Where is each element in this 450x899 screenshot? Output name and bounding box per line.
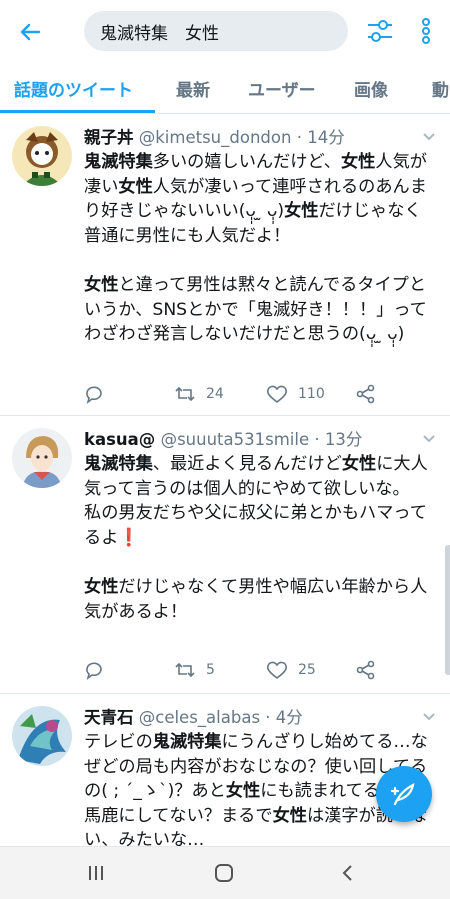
search-tabs: 話題のツイート 最新 ユーザー 画像 動 [0, 62, 450, 114]
tweet[interactable]: kasua@ @suuuta531smile · 13分 鬼滅特集、最近よく見る… [0, 416, 450, 694]
filter-sliders-icon [368, 20, 392, 42]
compose-tweet-button[interactable] [376, 766, 432, 822]
like-button[interactable]: 25 [266, 656, 316, 684]
recent-apps-button[interactable] [78, 859, 114, 887]
share-button[interactable] [356, 656, 376, 684]
tweet-text-segment: テレビの [84, 732, 153, 752]
search-keyword-highlight: 女性 [84, 274, 119, 295]
like-button[interactable]: 110 [266, 380, 325, 408]
tweet-paragraph: 女性だけじゃなくて男性や幅広い年齢から人気があるよ！ [84, 575, 436, 624]
search-keyword-highlight: 女性 [118, 176, 153, 197]
display-name[interactable]: 親子丼 [84, 128, 134, 147]
retweet-count: 5 [206, 662, 215, 678]
like-count: 110 [298, 386, 325, 402]
filter-button[interactable] [364, 15, 396, 47]
tweet-header: kasua@ @suuuta531smile · 13分 [84, 430, 363, 449]
chevron-down-icon[interactable] [422, 710, 436, 724]
search-keyword-highlight: 女性 [84, 576, 119, 597]
retweet-button[interactable]: 5 [174, 656, 215, 684]
chevron-down-icon[interactable] [422, 130, 436, 144]
retweet-icon [175, 662, 195, 678]
tweet-header: 親子丼 @kimetsu_dondon · 14分 [84, 128, 345, 147]
like-icon [266, 385, 288, 404]
tweet-actions: 24 110 [84, 380, 384, 408]
avatar[interactable] [12, 428, 72, 488]
tab-videos[interactable]: 動 [432, 62, 449, 113]
tweet-text: 鬼滅特集、最近よく見るんだけど女性に大人気って言うのは個人的にやめて欲しいな。 … [84, 452, 436, 624]
compose-feather-icon [390, 783, 415, 806]
user-handle[interactable]: @celes_alabas [139, 708, 260, 727]
user-handle[interactable]: @suuuta531smile [161, 430, 310, 449]
like-count: 25 [298, 662, 316, 678]
tab-top-tweets[interactable]: 話題のツイート [14, 62, 133, 113]
tweet-actions: 5 25 [84, 656, 384, 684]
tweet-time: 13分 [324, 430, 363, 449]
tweet[interactable]: 天青石 @celes_alabas · 4分 テレビの鬼滅特集にうんざりし始めて… [0, 694, 450, 846]
like-icon [266, 661, 288, 680]
home-button[interactable] [206, 859, 242, 887]
search-keyword-highlight: 鬼滅特集 [152, 732, 222, 752]
tab-users[interactable]: ユーザー [248, 62, 316, 113]
back-button[interactable] [14, 16, 46, 48]
system-navigation-bar [0, 846, 450, 899]
reply-icon [86, 386, 102, 404]
search-keyword-highlight: 鬼滅特集 [84, 454, 153, 474]
avatar[interactable] [12, 126, 72, 186]
tweet-text-segment: だけじゃなくて男性や幅広い年齢から人気があるよ！ [84, 576, 428, 622]
home-icon [215, 864, 233, 882]
display-name[interactable]: 天青石 [84, 708, 134, 727]
reply-button[interactable] [84, 380, 114, 408]
edge-panel-handle[interactable] [445, 545, 450, 675]
search-keyword-highlight: 女性 [341, 454, 377, 474]
tweet-text-segment: 多いの嬉しいんだけど、 [152, 152, 341, 172]
retweet-icon [175, 386, 195, 402]
tweet-header: 天青石 @celes_alabas · 4分 [84, 708, 303, 727]
search-keyword-highlight: 女性 [284, 201, 319, 222]
system-back-button[interactable] [330, 859, 366, 887]
search-keyword-highlight: 鬼滅特集 [84, 152, 153, 172]
tab-latest[interactable]: 最新 [176, 62, 210, 113]
more-options-button[interactable] [414, 15, 438, 47]
share-icon [356, 660, 375, 680]
search-keyword-highlight: 女性 [272, 805, 307, 826]
tweet[interactable]: 親子丼 @kimetsu_dondon · 14分 鬼滅特集多いの嬉しいんだけど… [0, 114, 450, 416]
avatar[interactable] [12, 706, 72, 766]
search-keyword-highlight: 女性 [340, 152, 376, 172]
tweet-text: 鬼滅特集多いの嬉しいんだけど、女性人気が凄い女性人気が凄いって連呼されるのあんま… [84, 150, 436, 347]
reply-icon [86, 662, 102, 680]
top-bar: 鬼滅特集 女性 [0, 0, 450, 62]
retweet-button[interactable]: 24 [174, 380, 224, 408]
tab-images[interactable]: 画像 [354, 62, 388, 113]
tweet-text-segment: 、最近よく見るんだけど [152, 454, 342, 474]
reply-button[interactable] [84, 656, 114, 684]
share-button[interactable] [356, 380, 376, 408]
search-keyword-highlight: 女性 [225, 781, 261, 802]
chevron-down-icon[interactable] [422, 432, 436, 446]
back-arrow-icon [20, 23, 41, 41]
search-input[interactable]: 鬼滅特集 女性 [84, 11, 348, 51]
back-icon [342, 865, 352, 881]
tweet-text-segment: と違って男性は黙々と読んでるタイプというか、SNSとかで「鬼滅好き！！！」ってわ… [84, 274, 427, 345]
display-name[interactable]: kasua@ [84, 430, 155, 449]
tweet-paragraph: 鬼滅特集多いの嬉しいんだけど、女性人気が凄い女性人気が凄いって連呼されるのあんま… [84, 150, 436, 248]
more-vertical-icon [422, 18, 430, 44]
tweet-time: 4分 [275, 708, 303, 727]
avatar-image [12, 706, 72, 766]
recent-apps-icon [89, 866, 103, 880]
tweet-time: 14分 [307, 128, 345, 147]
avatar-image [12, 428, 72, 488]
tweet-paragraph: 女性と違って男性は黙々と読んでるタイプというか、SNSとかで「鬼滅好き！！！」っ… [84, 273, 436, 347]
tweet-paragraph: 鬼滅特集、最近よく見るんだけど女性に大人気って言うのは個人的にやめて欲しいな。 … [84, 452, 436, 550]
avatar-image [12, 126, 72, 186]
exclamation-emoji: ❗ [118, 527, 140, 548]
share-icon [356, 384, 375, 404]
retweet-count: 24 [206, 386, 224, 402]
user-handle[interactable]: @kimetsu_dondon [139, 128, 292, 147]
